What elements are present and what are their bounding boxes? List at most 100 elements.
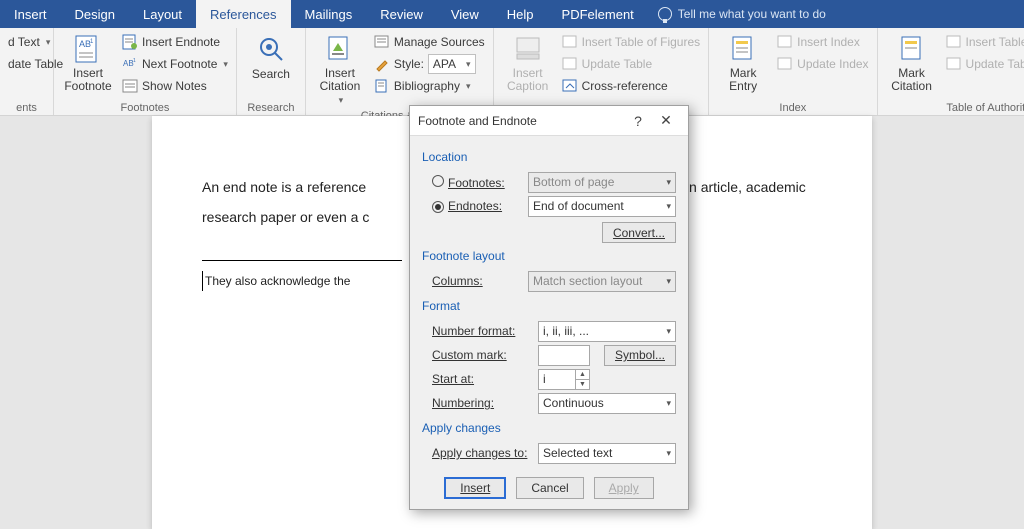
group-label-index: Index [715, 100, 870, 115]
next-footnote-icon: AB1 [122, 56, 138, 72]
tof-icon [562, 34, 578, 50]
insert-citation-button[interactable]: Insert Citation▾ [312, 31, 368, 108]
radio-icon [432, 201, 444, 213]
apply-button[interactable]: Apply [594, 477, 654, 499]
group-label-footnotes: Footnotes [60, 100, 230, 115]
manage-sources-icon [374, 34, 390, 50]
tell-me-search[interactable]: Tell me what you want to do [658, 0, 826, 28]
crossref-icon [562, 78, 578, 94]
group-label-research: Research [243, 100, 299, 115]
dialog-titlebar[interactable]: Footnote and Endnote ? ✕ [410, 106, 688, 136]
style-icon [374, 56, 390, 72]
custom-mark-input[interactable] [538, 345, 590, 366]
mark-citation-button[interactable]: Mark Citation [884, 31, 940, 95]
tab-mailings[interactable]: Mailings [291, 0, 367, 28]
update-captions-table-button[interactable]: Update Table [560, 53, 703, 75]
label-number-format: Number format: [422, 324, 532, 338]
group-research: Search Research [237, 28, 306, 115]
insert-tof-button[interactable]: Insert Table of Figures [560, 31, 703, 53]
insert-endnote-button[interactable]: Insert Endnote [120, 31, 230, 53]
group-citations: Insert Citation▾ Manage Sources Style: A… [306, 28, 494, 115]
tab-review[interactable]: Review [366, 0, 437, 28]
label-columns: Columns: [422, 274, 522, 288]
style-selector[interactable]: Style: APA▾ [372, 53, 487, 75]
group-toa: Mark Citation Insert Table of Authoritie… [878, 28, 1024, 115]
lightbulb-icon [658, 7, 672, 21]
citation-icon [324, 33, 356, 65]
next-footnote-button[interactable]: AB1 Next Footnote▾ [120, 53, 230, 75]
radio-footnotes[interactable]: Footnotes: [422, 175, 522, 190]
search-icon [255, 33, 287, 65]
tab-insert[interactable]: Insert [0, 0, 61, 28]
footnotes-location-combo: Bottom of page▾ [528, 172, 676, 193]
update-toa-button[interactable]: Update Table [944, 53, 1024, 75]
spin-up-icon[interactable]: ▲ [575, 370, 589, 380]
label-custom-mark: Custom mark: [422, 348, 532, 362]
radio-icon [432, 175, 444, 187]
insert-toa-icon [946, 34, 962, 50]
update-icon [562, 56, 578, 72]
insert-toa-button[interactable]: Insert Table of Authorities [944, 31, 1024, 53]
label-numbering: Numbering: [422, 396, 532, 410]
update-index-icon [777, 56, 793, 72]
mark-entry-button[interactable]: Mark Entry [715, 31, 771, 95]
insert-index-button[interactable]: Insert Index [775, 31, 870, 53]
tab-references[interactable]: References [196, 0, 290, 28]
insert-index-icon [777, 34, 793, 50]
convert-button[interactable]: Convert... [602, 222, 676, 243]
columns-combo: Match section layout▾ [528, 271, 676, 292]
footnote-endnote-dialog: Footnote and Endnote ? ✕ Location Footno… [409, 105, 689, 510]
section-location: Location [422, 150, 676, 164]
symbol-button[interactable]: Symbol... [604, 345, 676, 366]
manage-sources-button[interactable]: Manage Sources [372, 31, 487, 53]
footnote-separator [202, 260, 402, 261]
section-apply-changes: Apply changes [422, 421, 676, 435]
mark-citation-icon [896, 33, 928, 65]
group-toc: d Text▾ date Table ents [0, 28, 54, 115]
insert-button[interactable]: Insert [444, 477, 506, 499]
cross-reference-button[interactable]: Cross-reference [560, 75, 703, 97]
radio-endnotes[interactable]: Endnotes: [422, 199, 522, 213]
mark-entry-icon [727, 33, 759, 65]
svg-text:1: 1 [133, 58, 136, 64]
style-combo[interactable]: APA▾ [428, 54, 476, 74]
search-button[interactable]: Search [243, 31, 299, 83]
tab-view[interactable]: View [437, 0, 493, 28]
endnotes-location-combo[interactable]: End of document▾ [528, 196, 676, 217]
insert-footnote-button[interactable]: AB1 Insert Footnote [60, 31, 116, 95]
cancel-button[interactable]: Cancel [516, 477, 583, 499]
footnote-icon: AB1 [72, 33, 104, 65]
caption-icon [512, 33, 544, 65]
update-toa-icon [946, 56, 962, 72]
tab-help[interactable]: Help [493, 0, 548, 28]
ribbon: d Text▾ date Table ents AB1 Insert Footn… [0, 28, 1024, 116]
tab-design[interactable]: Design [61, 0, 129, 28]
group-index: Mark Entry Insert Index Update Index Ind… [709, 28, 877, 115]
spin-down-icon[interactable]: ▼ [575, 380, 589, 389]
number-format-combo[interactable]: i, ii, iii, ...▾ [538, 321, 676, 342]
label-apply-to: Apply changes to: [422, 446, 532, 460]
group-label-toc: ents [6, 100, 47, 115]
bibliography-button[interactable]: Bibliography▾ [372, 75, 487, 97]
dialog-close-button[interactable]: ✕ [652, 112, 680, 129]
endnote-icon [122, 34, 138, 50]
show-notes-icon [122, 78, 138, 94]
numbering-combo[interactable]: Continuous▾ [538, 393, 676, 414]
group-footnotes: AB1 Insert Footnote Insert Endnote AB1 N… [54, 28, 237, 115]
insert-caption-button[interactable]: Insert Caption [500, 31, 556, 95]
dialog-help-button[interactable]: ? [624, 113, 652, 129]
label-start-at: Start at: [422, 372, 532, 386]
show-notes-button[interactable]: Show Notes [120, 75, 230, 97]
group-captions: Insert Caption Insert Table of Figures U… [494, 28, 710, 115]
update-index-button[interactable]: Update Index [775, 53, 870, 75]
start-at-spinner[interactable]: i ▲▼ [538, 369, 590, 390]
ribbon-tabs: Insert Design Layout References Mailings… [0, 0, 1024, 28]
section-format: Format [422, 299, 676, 313]
apply-to-combo[interactable]: Selected text▾ [538, 443, 676, 464]
tell-me-label: Tell me what you want to do [678, 7, 826, 21]
dialog-title: Footnote and Endnote [418, 114, 624, 128]
group-label-toa: Table of Authorities [884, 100, 1024, 115]
tab-pdfelement[interactable]: PDFelement [548, 0, 648, 28]
tab-layout[interactable]: Layout [129, 0, 196, 28]
section-footnote-layout: Footnote layout [422, 249, 676, 263]
